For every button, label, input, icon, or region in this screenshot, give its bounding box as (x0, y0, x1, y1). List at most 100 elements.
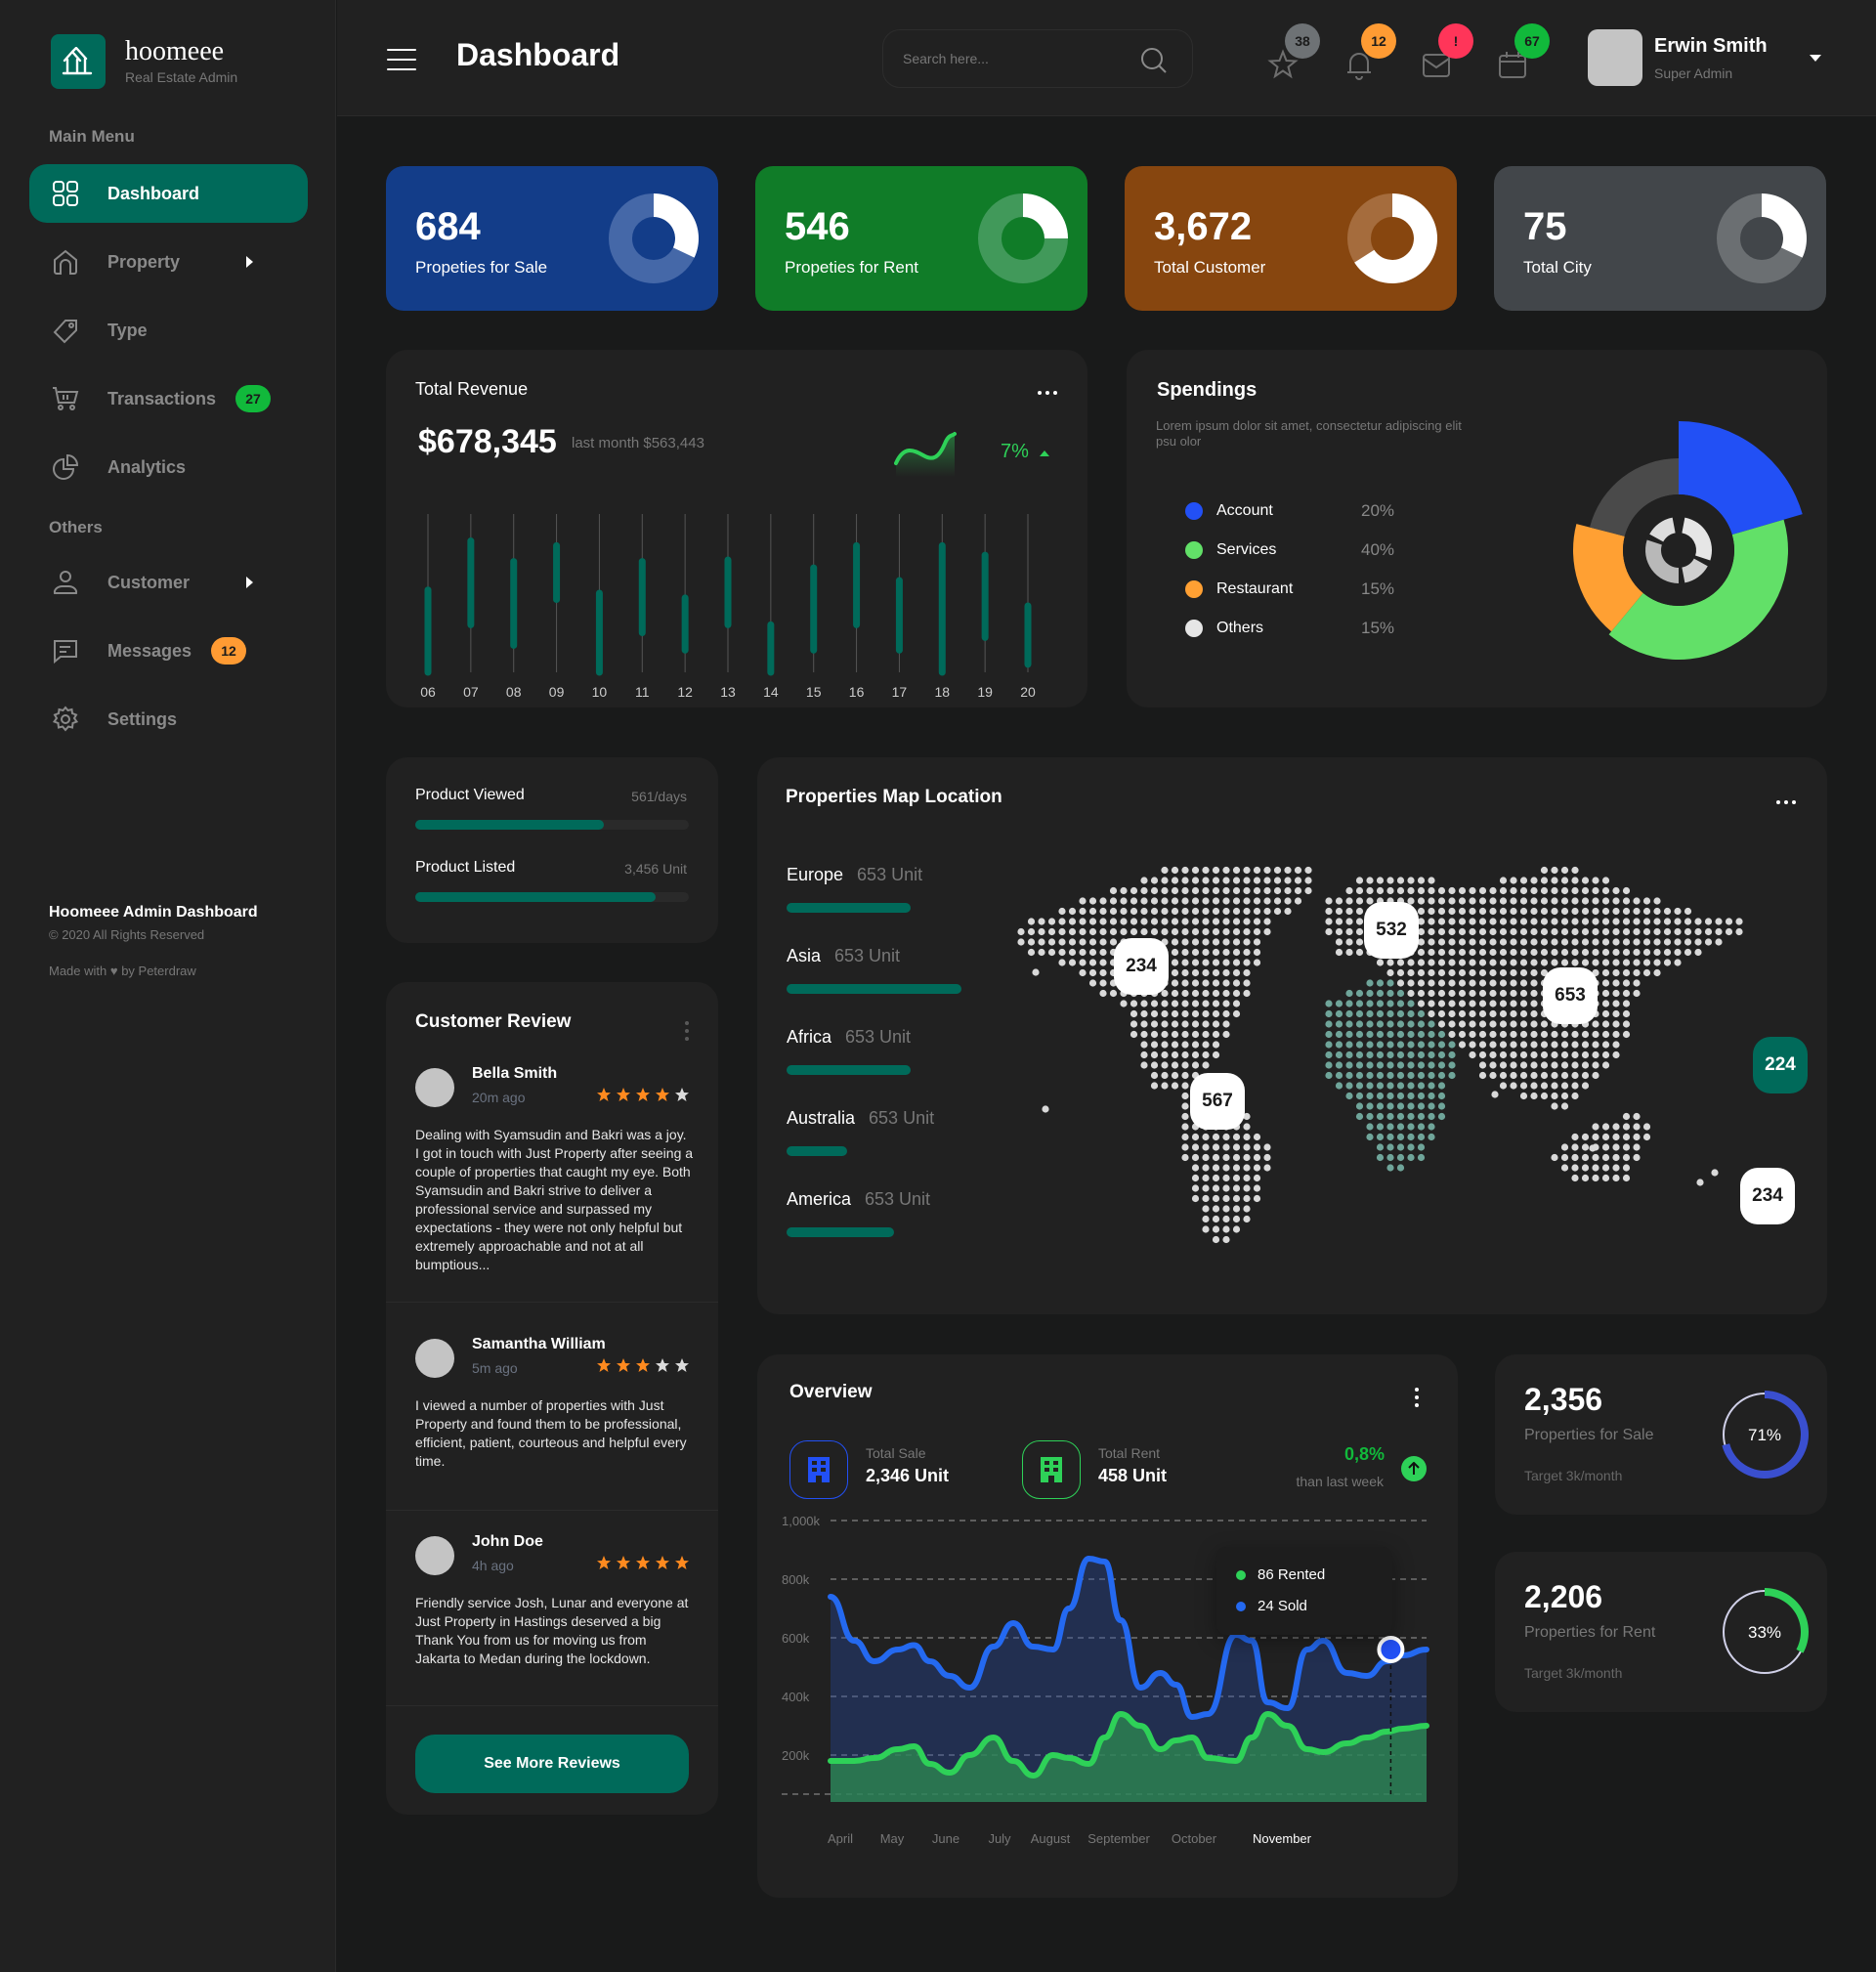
map-dot (1171, 1000, 1179, 1007)
stat-card[interactable]: 3,672 Total Customer (1125, 166, 1457, 311)
brand-logo[interactable]: hoomeee Real Estate Admin (51, 34, 237, 89)
favorites-button[interactable]: 38 (1267, 23, 1320, 84)
map-dot (1058, 918, 1066, 925)
map-dot (1581, 1082, 1590, 1090)
map-dot (1212, 989, 1220, 998)
map-pin-australia[interactable]: 234 (1740, 1168, 1795, 1224)
map-dot (1725, 918, 1733, 925)
search-input[interactable] (903, 51, 1128, 66)
map-dot (1571, 877, 1579, 884)
map-dot (1407, 1143, 1415, 1151)
map-dot (1120, 1000, 1128, 1007)
map-dot (1243, 968, 1251, 977)
stat-card[interactable]: 684 Propeties for Sale (386, 166, 718, 311)
map-pin-south-america[interactable]: 567 (1190, 1073, 1245, 1130)
map-dot (1181, 907, 1189, 916)
map-dot (1540, 938, 1549, 946)
map-dot (1212, 1235, 1220, 1244)
map-dot (1581, 1041, 1590, 1049)
map-dot (1478, 1020, 1487, 1028)
map-dot (1653, 918, 1661, 925)
region-item[interactable]: America 653 Unit (787, 1189, 930, 1237)
sidebar-item-transactions[interactable]: Transactions 27 (29, 369, 308, 428)
map-dot (1428, 1009, 1435, 1018)
map-dot (1376, 1030, 1385, 1039)
map-dot (1530, 989, 1538, 998)
map-pin-north-america[interactable]: 234 (1114, 938, 1169, 995)
map-dot (1437, 938, 1446, 946)
map-dot (1099, 897, 1107, 905)
user-profile[interactable]: Erwin Smith Super Admin (1588, 29, 1768, 86)
map-dot (1150, 1000, 1159, 1007)
map-pin-asia[interactable]: 653 (1543, 967, 1598, 1024)
map-pin-africa[interactable]: 224 (1753, 1037, 1808, 1093)
region-item[interactable]: Africa 653 Unit (787, 1027, 911, 1075)
messages-button[interactable]: ! (1421, 23, 1473, 84)
map-dot (1335, 1082, 1343, 1090)
map-dot (1366, 1082, 1374, 1090)
map-dot (1417, 877, 1426, 884)
map-dot (1622, 989, 1631, 998)
overview-y-tick: 800k (782, 1572, 810, 1587)
map-dot (1150, 1020, 1159, 1028)
sidebar-item-property[interactable]: Property (29, 233, 308, 291)
map-dot (1161, 1071, 1169, 1080)
customer-review-card: Customer Review Bella Smith 20m ago Deal… (386, 982, 718, 1815)
more-options-icon[interactable] (1038, 391, 1057, 395)
map-dot (1437, 1102, 1446, 1110)
see-more-reviews-button[interactable]: See More Reviews (415, 1735, 689, 1793)
stat-card[interactable]: 75 Total City (1494, 166, 1826, 311)
map-dot (1499, 948, 1508, 957)
map-dot (1079, 938, 1087, 946)
map-dot (1366, 1030, 1374, 1039)
map-dot (1202, 1205, 1210, 1213)
map-dot (1232, 1174, 1241, 1182)
more-options-icon[interactable] (1776, 800, 1796, 804)
sidebar-item-dashboard[interactable]: Dashboard (29, 164, 308, 223)
region-item[interactable]: Asia 653 Unit (787, 946, 962, 994)
map-dot (1181, 897, 1189, 905)
sidebar-item-messages[interactable]: Messages 12 (29, 622, 308, 680)
region-item[interactable]: Europe 653 Unit (787, 865, 922, 913)
map-dot (1345, 1071, 1353, 1080)
map-pin-europe[interactable]: 532 (1364, 902, 1419, 959)
map-dot (1622, 907, 1631, 916)
map-dot (1212, 1164, 1220, 1172)
map-dot (1519, 968, 1528, 977)
map-dot (1181, 886, 1189, 895)
map-dot (1417, 1092, 1426, 1100)
star-icon (597, 1358, 611, 1372)
map-dot (1633, 959, 1641, 966)
map-dot (1601, 989, 1610, 998)
map-dot (1191, 1020, 1200, 1028)
map-dot (1437, 948, 1446, 957)
map-dot (1633, 979, 1641, 987)
sidebar-item-type[interactable]: Type (29, 301, 308, 360)
map-dot (1519, 927, 1528, 936)
map-dot (1448, 918, 1456, 925)
map-dot (1407, 1102, 1415, 1110)
chevron-down-icon[interactable] (1810, 55, 1821, 62)
more-options-icon[interactable] (1415, 1388, 1419, 1407)
map-dot (1345, 1082, 1353, 1090)
region-item[interactable]: Australia 653 Unit (787, 1108, 934, 1156)
sidebar-item-settings[interactable]: Settings (29, 690, 308, 749)
hamburger-menu-icon[interactable] (387, 49, 416, 70)
map-dot (1458, 979, 1467, 987)
map-dot (1499, 1020, 1508, 1028)
map-dot (1428, 1071, 1435, 1080)
map-dot (1428, 1092, 1435, 1100)
map-dot (1448, 968, 1456, 977)
calendar-button[interactable]: 67 (1497, 23, 1550, 84)
map-dot (1601, 1000, 1610, 1007)
map-dot (1335, 1061, 1343, 1069)
sidebar-item-analytics[interactable]: Analytics (29, 438, 308, 496)
more-options-icon[interactable] (685, 1021, 689, 1041)
notifications-button[interactable]: 12 (1343, 23, 1396, 84)
sidebar-item-customer[interactable]: Customer (29, 553, 308, 612)
map-dot (1581, 1164, 1590, 1172)
stat-card[interactable]: 546 Propeties for Rent (755, 166, 1087, 311)
search-icon[interactable] (1139, 46, 1169, 80)
map-dot (1642, 959, 1651, 966)
map-dot (1725, 927, 1733, 936)
